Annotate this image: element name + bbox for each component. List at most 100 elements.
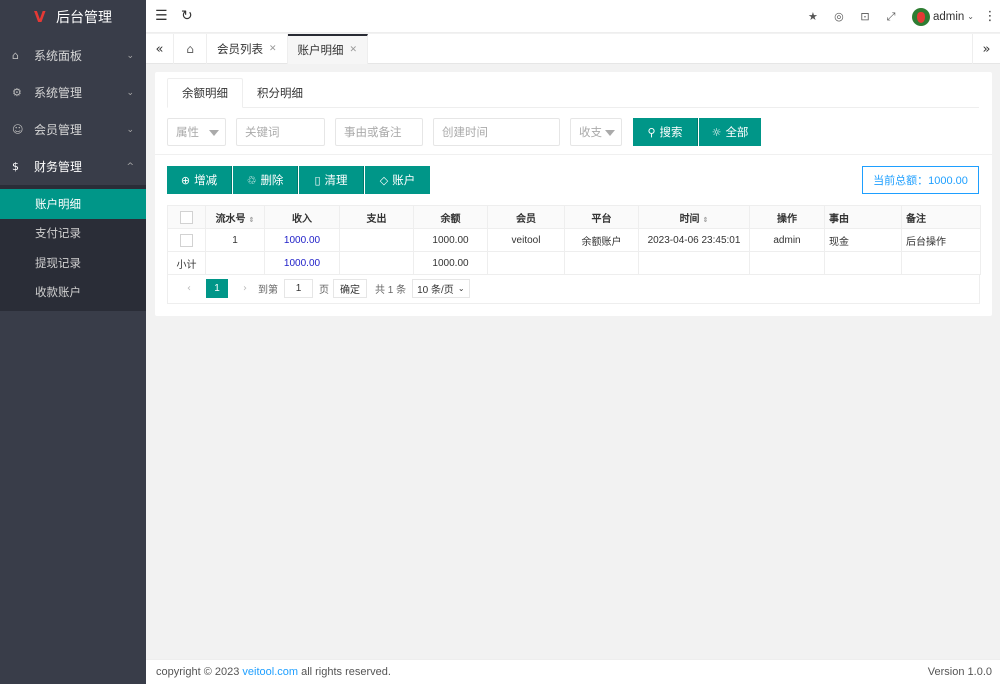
- attribute-select[interactable]: 属性: [167, 118, 226, 146]
- tab-member-list[interactable]: 会员列表 ✕: [207, 34, 288, 64]
- col-time[interactable]: 时间 ⇕: [638, 205, 750, 229]
- sidebar-item-label: 系统管理: [34, 86, 83, 100]
- chevron-down-icon: ⌄: [457, 284, 465, 293]
- chevron-down-icon: ⌄: [126, 50, 134, 61]
- page-tabs: « ⌂ 会员列表 ✕ 账户明细 ✕ »: [146, 34, 1000, 64]
- row-checkbox[interactable]: [167, 228, 206, 252]
- col-member: 会员: [487, 205, 565, 229]
- sidebar-item-label: 系统面板: [34, 49, 83, 63]
- home-tab-icon[interactable]: ⌂: [174, 34, 207, 64]
- reason-input[interactable]: 事由或备注: [335, 118, 423, 146]
- user-icon: ☺: [12, 123, 24, 136]
- cell-platform: 余额账户: [564, 228, 639, 252]
- refresh-icon[interactable]: ↻: [181, 8, 193, 24]
- button-label: 全部: [725, 127, 749, 139]
- avatar: [911, 7, 930, 26]
- sort-icon[interactable]: ⇕: [249, 216, 255, 224]
- chevron-up-icon: ^: [126, 161, 134, 172]
- username: admin: [932, 10, 965, 23]
- sidebar-item-members[interactable]: ☺ 会员管理 ⌄: [0, 111, 146, 148]
- tabs-scroll-left-icon[interactable]: «: [146, 34, 174, 64]
- dropdown-arrow-icon: [209, 130, 219, 136]
- subtotal-empty: [339, 251, 414, 275]
- button-label: 清理: [324, 175, 348, 187]
- current-page[interactable]: 1: [206, 279, 228, 298]
- close-icon[interactable]: ✕: [269, 44, 277, 54]
- goto-confirm-button[interactable]: 确定: [333, 279, 367, 298]
- delete-button[interactable]: ♲ 删除: [233, 166, 298, 194]
- select-all-checkbox[interactable]: [167, 205, 206, 229]
- star-icon[interactable]: ★: [800, 10, 826, 23]
- sidebar-item-dashboard[interactable]: ⌂ 系统面板 ⌄: [0, 37, 146, 74]
- sidebar-item-label: 会员管理: [34, 123, 83, 137]
- diamond-icon: ◇: [379, 173, 389, 187]
- col-note: 备注: [901, 205, 981, 229]
- prev-page-icon[interactable]: ‹: [180, 283, 198, 294]
- table-row[interactable]: 1 1000.00 1000.00 veitool 余额账户 2023-04-0…: [167, 228, 981, 252]
- app-title: 后台管理: [56, 9, 112, 25]
- adjust-button[interactable]: ⊕ 增减: [167, 166, 232, 194]
- show-all-button[interactable]: ☼ 全部: [699, 118, 761, 146]
- col-serial[interactable]: 流水号 ⇕: [205, 205, 265, 229]
- next-page-icon[interactable]: ›: [236, 283, 254, 294]
- keyword-input[interactable]: 关键词: [236, 118, 325, 146]
- col-platform: 平台: [564, 205, 639, 229]
- sort-icon[interactable]: ⇕: [703, 216, 709, 224]
- button-label: 账户: [392, 175, 416, 187]
- button-label: 搜索: [659, 127, 683, 139]
- income-expense-select[interactable]: 收支: [570, 118, 622, 146]
- button-label: 增减: [194, 175, 218, 187]
- page-size-label: 10 条/页: [417, 285, 454, 296]
- page-label: 页: [319, 285, 329, 296]
- search-button[interactable]: ⚲ 搜索: [633, 118, 698, 146]
- divider: [155, 154, 992, 155]
- clear-button[interactable]: ▯ 清理: [299, 166, 364, 194]
- sidebar-item-account-detail[interactable]: 账户明细: [0, 189, 146, 219]
- page-size-select[interactable]: 10 条/页 ⌄: [412, 279, 470, 298]
- sidebar-item-finance[interactable]: $ 财务管理 ^: [0, 148, 146, 185]
- sidebar-item-withdraw-records[interactable]: 提现记录: [0, 248, 146, 278]
- sidebar-item-receive-accounts[interactable]: 收款账户: [0, 278, 146, 308]
- subtotal-empty: [824, 251, 902, 275]
- sidebar-item-system[interactable]: ⚙ 系统管理 ⌄: [0, 74, 146, 111]
- table-header-row: 流水号 ⇕ 收入 支出 余额 会员 平台 时间 ⇕ 操作 事由 备注: [167, 205, 981, 229]
- balance-table: 流水号 ⇕ 收入 支出 余额 会员 平台 时间 ⇕ 操作 事由 备注 1 1000.…: [167, 205, 981, 275]
- sidebar-item-payment-records[interactable]: 支付记录: [0, 219, 146, 249]
- close-icon[interactable]: ✕: [350, 45, 358, 55]
- subtotal-balance: 1000.00: [413, 251, 488, 275]
- header-label: 时间: [679, 213, 700, 225]
- fullscreen-icon[interactable]: ⤢: [878, 10, 904, 24]
- sidebar: V 后台管理 ⌂ 系统面板 ⌄ ⚙ 系统管理 ⌄ ☺ 会员管理 ⌄ $ 财务管理…: [0, 0, 146, 684]
- user-menu[interactable]: admin ⌄: [911, 7, 974, 26]
- tab-points-detail[interactable]: 积分明细: [243, 78, 317, 108]
- cell-reason: 现金: [824, 228, 902, 252]
- more-vertical-icon[interactable]: ⋮: [980, 9, 1000, 24]
- chevron-down-icon: ⌄: [967, 12, 974, 21]
- subtotal-empty: [749, 251, 825, 275]
- sidebar-item-label: 财务管理: [34, 160, 83, 174]
- select-placeholder: 属性: [176, 127, 199, 139]
- tab-account-detail[interactable]: 账户明细 ✕: [287, 34, 369, 64]
- cell-serial: 1: [205, 228, 265, 252]
- goto-page-input[interactable]: 1: [284, 279, 313, 298]
- menu-toggle-icon[interactable]: ☰: [155, 8, 168, 24]
- cell-balance: 1000.00: [413, 228, 488, 252]
- pagination: ‹ 1 › 到第 1 页 确定 共 1 条 10 条/页 ⌄: [167, 274, 980, 304]
- cell-time: 2023-04-06 23:45:01: [638, 228, 750, 252]
- sun-icon: ☼: [711, 125, 722, 139]
- gear-icon: ⚙: [12, 86, 22, 99]
- subtotal-empty: [564, 251, 639, 275]
- col-reason: 事由: [824, 205, 902, 229]
- globe-icon[interactable]: ◎: [826, 10, 852, 23]
- account-button[interactable]: ◇ 账户: [365, 166, 430, 194]
- cell-note: 后台操作: [901, 228, 981, 252]
- tabs-scroll-right-icon[interactable]: »: [972, 34, 1000, 64]
- tab-balance-detail[interactable]: 余额明细: [167, 78, 243, 108]
- col-income: 收入: [264, 205, 340, 229]
- dollar-icon: $: [12, 160, 19, 173]
- plus-circle-icon: ⊕: [180, 173, 191, 187]
- lock-icon[interactable]: ⊡: [852, 10, 878, 23]
- created-time-input[interactable]: 创建时间: [433, 118, 560, 146]
- version: Version 1.0.0: [927, 666, 992, 678]
- site-link[interactable]: veitool.com: [242, 666, 298, 678]
